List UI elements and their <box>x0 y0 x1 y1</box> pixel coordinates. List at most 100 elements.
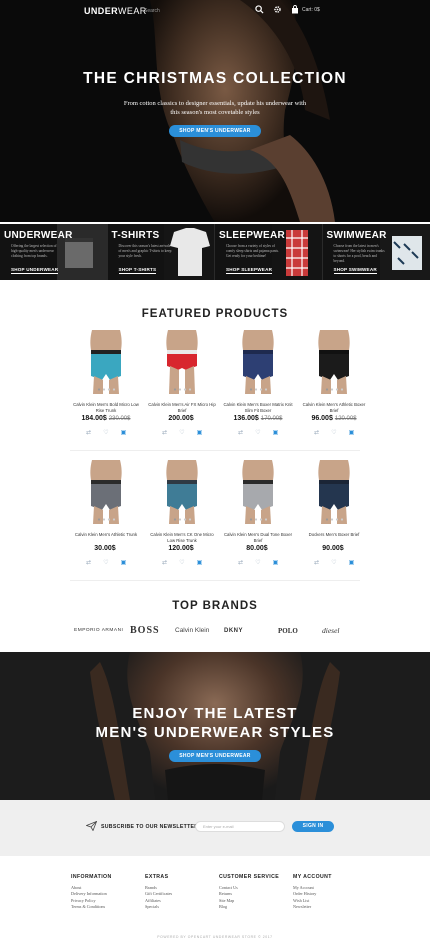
product-price: 80.00$ <box>246 545 268 552</box>
add-to-cart-icon[interactable]: ▣ <box>347 429 356 437</box>
shop-underwear-link[interactable]: SHOP UNDERWEAR <box>11 267 59 274</box>
image-pager-dots[interactable] <box>172 518 192 521</box>
brand-logo-polo[interactable]: POLO <box>278 622 298 640</box>
brand-logo-diesel[interactable]: diesel <box>322 622 340 640</box>
product-price: 200.00$ <box>168 415 194 422</box>
product-name[interactable]: Calvin Klein Men's CK One Micro Low Rise… <box>146 532 218 544</box>
site-logo[interactable]: UNDERWEAR <box>84 6 147 16</box>
product-image[interactable] <box>74 330 138 394</box>
copyright-text: POWERED BY OPENCART UNDERWEAR STORE © 20… <box>157 935 273 939</box>
category-swimwear[interactable]: SWIMWEAR Choose from the latest in men's… <box>323 224 430 280</box>
image-pager-dots[interactable] <box>96 518 116 521</box>
category-description: Choose from a variety of styles of comfy… <box>226 244 279 258</box>
category-t-shirts[interactable]: T-SHIRTS Discover this season's latest a… <box>108 224 215 280</box>
category-sleepwear[interactable]: SLEEPWEAR Choose from a variety of style… <box>215 224 323 280</box>
promo-banner: ENJOY THE LATEST MEN'S UNDERWEAR STYLES … <box>0 652 430 800</box>
add-to-cart-icon[interactable]: ▣ <box>347 559 356 567</box>
newsletter-label: SUBSCRIBE TO OUR NEWSLETTER <box>101 824 199 830</box>
compare-icon[interactable]: ⇄ <box>84 559 93 567</box>
newsletter-signin-button[interactable]: SIGN IN <box>292 821 334 832</box>
product-price: 30.00$ <box>94 545 116 552</box>
footer-link[interactable]: Terms & Conditions <box>71 904 112 910</box>
product-price: 184.00$ 230.00$ <box>81 415 131 422</box>
top-brands-title: TOP BRANDS <box>172 600 258 612</box>
image-pager-dots[interactable] <box>248 388 268 391</box>
add-to-cart-icon[interactable]: ▣ <box>195 429 204 437</box>
compare-icon[interactable]: ⇄ <box>84 429 93 437</box>
hero-banner: UNDERWEAR Search Cart: 0$ THE CHRISTMAS … <box>0 0 430 222</box>
footer-link[interactable]: Gift Certificates <box>145 891 172 897</box>
product-name[interactable]: Calvin Klein Men's Bold Micro Low Rise T… <box>70 402 142 414</box>
image-pager-dots[interactable] <box>172 388 192 391</box>
footer-link[interactable]: Delivery Information <box>71 891 112 897</box>
shop-swimwear-link[interactable]: SHOP SWIMWEAR <box>333 267 377 274</box>
search-input[interactable]: Search <box>144 8 160 14</box>
compare-icon[interactable]: ⇄ <box>312 429 321 437</box>
add-to-cart-icon[interactable]: ▣ <box>195 559 204 567</box>
heart-icon[interactable]: ♡ <box>102 559 111 567</box>
category-underwear[interactable]: UNDERWEAR Offering the largest selection… <box>0 224 108 280</box>
add-to-cart-icon[interactable]: ▣ <box>271 559 280 567</box>
heart-icon[interactable]: ♡ <box>330 559 339 567</box>
old-price: 120.00$ <box>334 416 357 422</box>
search-icon[interactable] <box>254 5 264 15</box>
shop-t-shirts-link[interactable]: SHOP T-SHIRTS <box>118 267 157 274</box>
footer-link[interactable]: Blog <box>219 904 279 910</box>
grid-divider <box>70 450 360 451</box>
compare-icon[interactable]: ⇄ <box>160 559 169 567</box>
product-image[interactable] <box>150 330 214 394</box>
image-pager-dots[interactable] <box>324 388 344 391</box>
cart-summary[interactable]: Cart: 0$ <box>302 7 320 13</box>
product-image[interactable] <box>226 460 290 524</box>
heart-icon[interactable]: ♡ <box>102 429 111 437</box>
image-pager-dots[interactable] <box>248 518 268 521</box>
brand-logo-boss[interactable]: BOSS <box>130 622 160 640</box>
newsletter-bar: SUBSCRIBE TO OUR NEWSLETTER Enter your e… <box>0 800 430 856</box>
heart-icon[interactable]: ♡ <box>330 429 339 437</box>
product-price: 136.00$ 170.00$ <box>233 415 283 422</box>
product-image[interactable] <box>150 460 214 524</box>
product-actions: ⇄ ♡ ▣ <box>84 559 128 567</box>
heart-icon[interactable]: ♡ <box>178 559 187 567</box>
product-image[interactable] <box>302 460 366 524</box>
compare-icon[interactable]: ⇄ <box>236 559 245 567</box>
shop-mens-underwear-button[interactable]: SHOP MEN'S UNDERWEAR <box>169 125 261 137</box>
newsletter-email-input[interactable]: Enter your e-mail <box>195 821 285 832</box>
featured-products-title: FEATURED PRODUCTS <box>141 308 289 320</box>
brand-logo-dkny[interactable]: DKNY <box>224 622 243 640</box>
product-image[interactable] <box>74 460 138 524</box>
category-image <box>380 224 430 280</box>
cart-icon[interactable] <box>290 5 300 15</box>
shop-sleepwear-link[interactable]: SHOP SLEEPWEAR <box>226 267 273 274</box>
footer-column-extras: EXTRAS Brands Gift Certificates Affiliat… <box>145 874 172 911</box>
brand-logo-emporio-armani[interactable]: EMPORIO ARMANI <box>74 622 123 640</box>
image-pager-dots[interactable] <box>324 518 344 521</box>
product-actions: ⇄ ♡ ▣ <box>312 429 356 437</box>
add-to-cart-icon[interactable]: ▣ <box>119 559 128 567</box>
image-pager-dots[interactable] <box>96 388 116 391</box>
product-image[interactable] <box>302 330 366 394</box>
category-description: Discover this season's latest arrivals o… <box>118 244 172 258</box>
product-image[interactable] <box>226 330 290 394</box>
compare-icon[interactable]: ⇄ <box>312 559 321 567</box>
promo-shop-button[interactable]: SHOP MEN'S UNDERWEAR <box>169 750 261 762</box>
product-name[interactable]: Calvin Klein Men's Athletic Trunk <box>70 532 142 538</box>
product-name[interactable]: Calvin Klein Men's Dual Tone Boxer Brief <box>222 532 294 544</box>
site-footer: INFORMATION About Delivery Information P… <box>0 856 430 947</box>
product-name[interactable]: Calvin Klein Men's Boxer Matrix Knit Sli… <box>222 402 294 414</box>
footer-column-customer-service: CUSTOMER SERVICE Contact Us Returns Site… <box>219 874 279 911</box>
heart-icon[interactable]: ♡ <box>254 559 263 567</box>
brand-logo-calvin-klein[interactable]: Calvin Klein <box>175 622 209 640</box>
heart-icon[interactable]: ♡ <box>178 429 187 437</box>
footer-link[interactable]: Specials <box>145 904 172 910</box>
product-name[interactable]: Calvin Klein Men's Athletic Boxer Brief <box>298 402 370 414</box>
add-to-cart-icon[interactable]: ▣ <box>271 429 280 437</box>
footer-link[interactable]: Newsletter <box>293 904 332 910</box>
product-name[interactable]: Calvin Klein Men's Air FX Micro Hip Brie… <box>146 402 218 414</box>
compare-icon[interactable]: ⇄ <box>236 429 245 437</box>
add-to-cart-icon[interactable]: ▣ <box>119 429 128 437</box>
heart-icon[interactable]: ♡ <box>254 429 263 437</box>
gear-icon[interactable] <box>272 5 282 15</box>
product-name[interactable]: Dockers Men's Boxer Brief <box>298 532 370 538</box>
compare-icon[interactable]: ⇄ <box>160 429 169 437</box>
